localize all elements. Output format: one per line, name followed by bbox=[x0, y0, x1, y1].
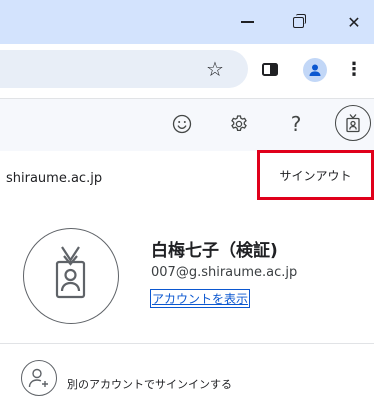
bookmark-star-button[interactable]: ☆ bbox=[201, 55, 229, 83]
account-avatar-button[interactable] bbox=[335, 105, 371, 141]
side-panel-button[interactable] bbox=[258, 57, 282, 81]
account-name: 白梅七子（検証) bbox=[151, 241, 278, 261]
gear-icon bbox=[231, 115, 247, 132]
star-icon: ☆ bbox=[206, 57, 224, 81]
id-badge-icon bbox=[346, 114, 360, 133]
profile-button[interactable] bbox=[303, 58, 327, 82]
profile-icon bbox=[309, 64, 321, 76]
browser-toolbar: ☆ ⋮ bbox=[0, 44, 374, 98]
emoji-icon bbox=[172, 114, 192, 134]
account-domain: shiraume.ac.jp bbox=[6, 171, 103, 186]
add-account-label: 別のアカウントでサインインする bbox=[67, 378, 232, 391]
add-account-icon-wrap bbox=[21, 360, 57, 396]
view-account-link[interactable]: アカウントを表示 bbox=[150, 289, 251, 308]
emoji-button[interactable] bbox=[169, 111, 195, 137]
browser-title-bar: ✕ bbox=[0, 0, 374, 44]
account-avatar bbox=[23, 228, 119, 324]
sign-out-button[interactable]: サインアウト bbox=[257, 150, 374, 200]
restore-icon bbox=[292, 13, 306, 28]
side-panel-icon bbox=[262, 62, 278, 76]
help-icon: ? bbox=[290, 112, 302, 136]
sign-out-label: サインアウト bbox=[279, 168, 352, 183]
browser-menu-button[interactable]: ⋮ bbox=[344, 57, 364, 81]
restore-button[interactable] bbox=[284, 8, 312, 36]
settings-button[interactable] bbox=[226, 111, 252, 137]
id-badge-icon bbox=[55, 246, 86, 299]
account-email: 007@g.shiraume.ac.jp bbox=[151, 265, 298, 280]
close-icon: ✕ bbox=[347, 12, 361, 32]
add-person-icon bbox=[28, 368, 48, 388]
kebab-menu-icon: ⋮ bbox=[345, 58, 363, 80]
minimize-icon bbox=[240, 21, 254, 23]
app-header: ? bbox=[0, 98, 374, 153]
minimize-button[interactable] bbox=[233, 8, 261, 36]
help-button[interactable]: ? bbox=[283, 110, 309, 138]
close-button[interactable]: ✕ bbox=[340, 8, 368, 36]
